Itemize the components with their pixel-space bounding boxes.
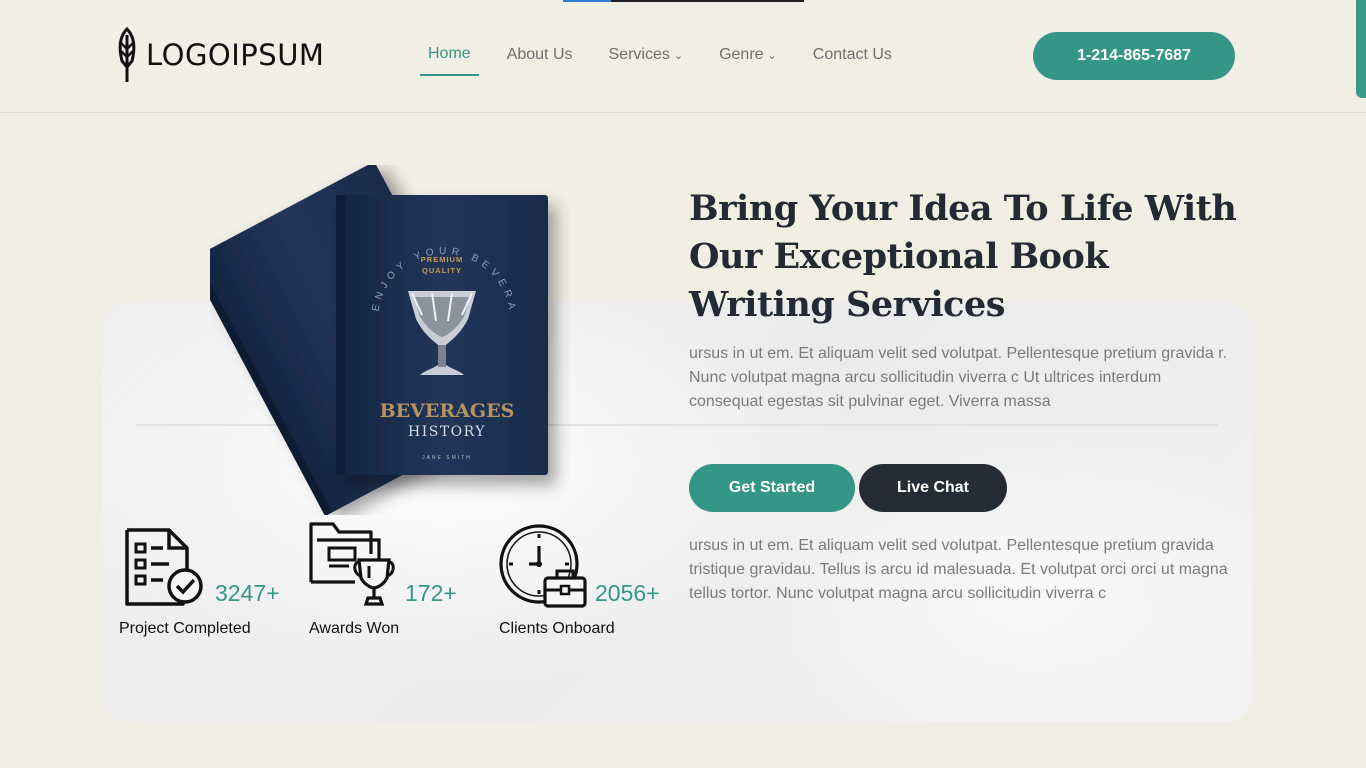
stat-label: Project Completed — [119, 620, 251, 637]
nav-genre-label: Genre — [719, 46, 764, 63]
stat-label: Clients Onboard — [499, 620, 615, 637]
scrollbar-thumb[interactable] — [1356, 0, 1366, 98]
stat-number: 172+ — [405, 580, 457, 606]
live-chat-button[interactable]: Live Chat — [859, 464, 1007, 512]
chevron-down-icon: ⌄ — [767, 49, 777, 62]
stat-label: Awards Won — [309, 620, 400, 637]
nav-about-label: About Us — [506, 46, 573, 63]
stat-number: 3247+ — [215, 580, 280, 606]
nav-home-label: Home — [428, 45, 471, 62]
hero-paragraph-2: ursus in ut em. Et aliquam velit sed vol… — [689, 537, 1228, 602]
book-illustration: PREMIUM QUALITY ENJOY YOUR BEVERAGES BEV… — [210, 165, 548, 515]
book-title-main: BEVERAGES — [380, 400, 515, 422]
nav-genre[interactable]: Genre ⌄ — [719, 34, 777, 76]
logo[interactable]: LOGOIPSUM — [116, 27, 324, 83]
book-title-sub: HISTORY — [408, 424, 486, 440]
logo-text: LOGOIPSUM — [146, 38, 325, 72]
checklist-icon — [125, 528, 203, 606]
nav-about[interactable]: About Us — [507, 34, 573, 76]
feather-logo-icon — [118, 27, 136, 82]
phone-button[interactable]: 1-214-865-7687 — [1033, 32, 1235, 80]
nav-services[interactable]: Services ⌄ — [609, 34, 684, 76]
book-badge-line2: QUALITY — [422, 266, 462, 275]
nav-home[interactable]: Home — [420, 34, 479, 76]
hero-headline: Bring Your Idea To Life With Our Excepti… — [689, 188, 1237, 325]
get-started-button[interactable]: Get Started — [689, 464, 855, 512]
stat-number: 2056+ — [595, 580, 660, 606]
site-header: LOGOIPSUM Home About Us Services ⌄ Genre ⌄… — [0, 0, 1366, 113]
nav-contact[interactable]: Contact Us — [813, 34, 892, 76]
clock-briefcase-icon — [499, 524, 587, 608]
nav-services-label: Services — [608, 46, 670, 63]
book-author: JANE SMITH — [422, 455, 472, 461]
chevron-down-icon: ⌄ — [673, 49, 684, 62]
hero-paragraph-1: ursus in ut em. Et aliquam velit sed vol… — [689, 345, 1228, 410]
nav-contact-label: Contact Us — [812, 46, 892, 63]
trophy-folder-icon — [309, 522, 395, 606]
main-nav: Home About Us Services ⌄ Genre ⌄ Contact U… — [420, 34, 928, 76]
